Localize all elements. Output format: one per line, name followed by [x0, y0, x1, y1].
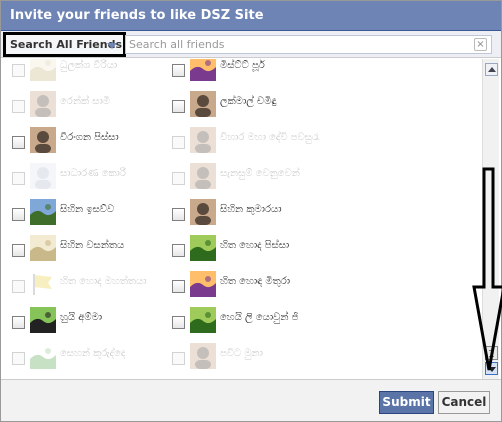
friend-checkbox[interactable]	[172, 244, 185, 257]
avatar-cartoon-icon	[30, 59, 56, 81]
friend-item[interactable]: සිහින ඉසව්ව	[12, 199, 172, 229]
friend-name: ලක්මාල් චමිඳු	[220, 96, 277, 107]
avatar-person-icon	[190, 343, 216, 369]
scroll-down-button[interactable]	[485, 362, 498, 375]
friend-item[interactable]: හෙයි ලි යොවුන් ජි	[172, 307, 332, 337]
chevron-down-icon	[107, 43, 117, 49]
friend-item: හිත හොද මහත්තයා	[12, 271, 172, 301]
avatar-landscape-icon	[30, 199, 56, 225]
avatar-default-icon	[30, 163, 56, 189]
friend-filter-label: Search All Friends	[10, 38, 123, 51]
friend-checkbox[interactable]	[172, 316, 185, 329]
friend-checkbox	[172, 352, 185, 365]
friend-item[interactable]: හුයි අම්මා	[12, 307, 172, 337]
friend-checkbox	[12, 100, 25, 113]
friend-checkbox[interactable]	[12, 244, 25, 257]
invite-friends-dialog: Invite your friends to like DSZ Site Sea…	[0, 0, 502, 422]
avatar-cartoon-icon	[30, 235, 56, 261]
friend-name: විහාර මහා දේවි පවසුරැ	[220, 132, 320, 143]
friend-name: සිහින වසන්තය	[60, 240, 125, 251]
friend-item: පවිට මුනා	[172, 343, 332, 373]
scroll-up-button[interactable]	[485, 63, 498, 76]
friend-item[interactable]: මිස්ට්ට් පූර්	[172, 59, 332, 85]
friend-checkbox[interactable]	[172, 64, 185, 77]
friend-checkbox[interactable]	[172, 100, 185, 113]
avatar-sunset-icon	[190, 271, 216, 297]
friend-checkbox[interactable]	[12, 316, 25, 329]
friend-checkbox[interactable]	[172, 280, 185, 293]
avatar-dragon-icon	[30, 343, 56, 369]
friend-item[interactable]: වීරංගන පිස්සා	[12, 127, 172, 157]
friend-checkbox[interactable]	[12, 136, 25, 149]
friend-list: ධුලක්ශ වීරියා මිස්ට්ට් පූර් රෙන්ක් සාමි ලක්…	[1, 59, 483, 379]
friend-name: මිස්ට්ට් පූර්	[220, 60, 265, 71]
avatar-person-icon	[30, 91, 56, 117]
friend-name: රෙන්ක් සාමි	[60, 96, 110, 107]
friend-checkbox	[172, 172, 185, 185]
friend-name: සාධාරණ කොරි	[60, 168, 126, 179]
friend-name: හුයි අම්මා	[60, 312, 103, 323]
dialog-title: Invite your friends to like DSZ Site	[1, 1, 501, 31]
cancel-button[interactable]: Cancel	[438, 391, 490, 414]
friend-item[interactable]: හිත හොද පිස්සා	[172, 235, 332, 265]
friend-checkbox[interactable]	[12, 208, 25, 221]
avatar-person-icon	[30, 127, 56, 153]
friend-name: සැනසුම් වෙනුවෙන්	[220, 168, 300, 179]
avatar-person-icon	[190, 199, 216, 225]
friend-checkbox	[12, 64, 25, 77]
avatar-leaf-icon	[190, 307, 216, 333]
filter-bar: Search All Friends Search all friends ×	[1, 31, 501, 58]
search-input[interactable]: Search all friends ×	[125, 35, 492, 54]
friend-name: සෙහන් කුරුද්දෙ	[60, 348, 126, 359]
avatar-flag-icon	[30, 271, 56, 297]
friend-item: සැනසුම් වෙනුවෙන්	[172, 163, 332, 193]
scroll-thumb[interactable]	[485, 346, 498, 360]
friend-checkbox	[172, 136, 185, 149]
friend-name: ධුලක්ශ වීරියා	[60, 60, 118, 71]
friend-name: හිත හොඳ මිතුරා	[220, 276, 291, 287]
friend-name: හිත හොද මහත්තයා	[60, 276, 147, 287]
friend-checkbox	[12, 352, 25, 365]
friend-checkbox	[12, 280, 25, 293]
friend-name: හෙයි ලි යොවුන් ජි	[220, 312, 299, 323]
avatar-cow-icon	[30, 307, 56, 333]
friend-checkbox[interactable]	[172, 208, 185, 221]
avatar-person-icon	[190, 127, 216, 153]
friend-filter-dropdown[interactable]: Search All Friends	[3, 32, 126, 57]
scrollbar[interactable]	[482, 59, 499, 379]
avatar-sunset-icon	[190, 59, 216, 81]
avatar-person-icon	[190, 163, 216, 189]
submit-button[interactable]: Submit	[379, 391, 434, 414]
avatar-leaf-icon	[190, 235, 216, 261]
friend-checkbox	[12, 172, 25, 185]
friend-item: විහාර මහා දේවි පවසුරැ	[172, 127, 332, 157]
friend-name: හිත හොද පිස්සා	[220, 240, 290, 251]
clear-search-icon[interactable]: ×	[474, 38, 487, 51]
friend-name: පවිට මුනා	[220, 348, 263, 359]
friend-item: ධුලක්ශ වීරියා	[12, 59, 172, 85]
dialog-footer: Submit Cancel	[1, 379, 501, 421]
friend-item: සෙහන් කුරුද්දෙ	[12, 343, 172, 373]
friend-item: සාධාරණ කොරි	[12, 163, 172, 193]
avatar-person-icon	[190, 91, 216, 117]
friend-item[interactable]: ලක්මාල් චමිඳු	[172, 91, 332, 121]
friend-item[interactable]: සිහින කුමාරයා	[172, 199, 332, 229]
friend-item[interactable]: සිහින වසන්තය	[12, 235, 172, 265]
search-placeholder: Search all friends	[129, 38, 225, 51]
friend-name: සිහින කුමාරයා	[220, 204, 282, 215]
friend-name: සිහින ඉසව්ව	[60, 204, 115, 215]
friend-item[interactable]: හිත හොඳ මිතුරා	[172, 271, 332, 301]
friend-item: රෙන්ක් සාමි	[12, 91, 172, 121]
friend-name: වීරංගන පිස්සා	[60, 132, 119, 143]
